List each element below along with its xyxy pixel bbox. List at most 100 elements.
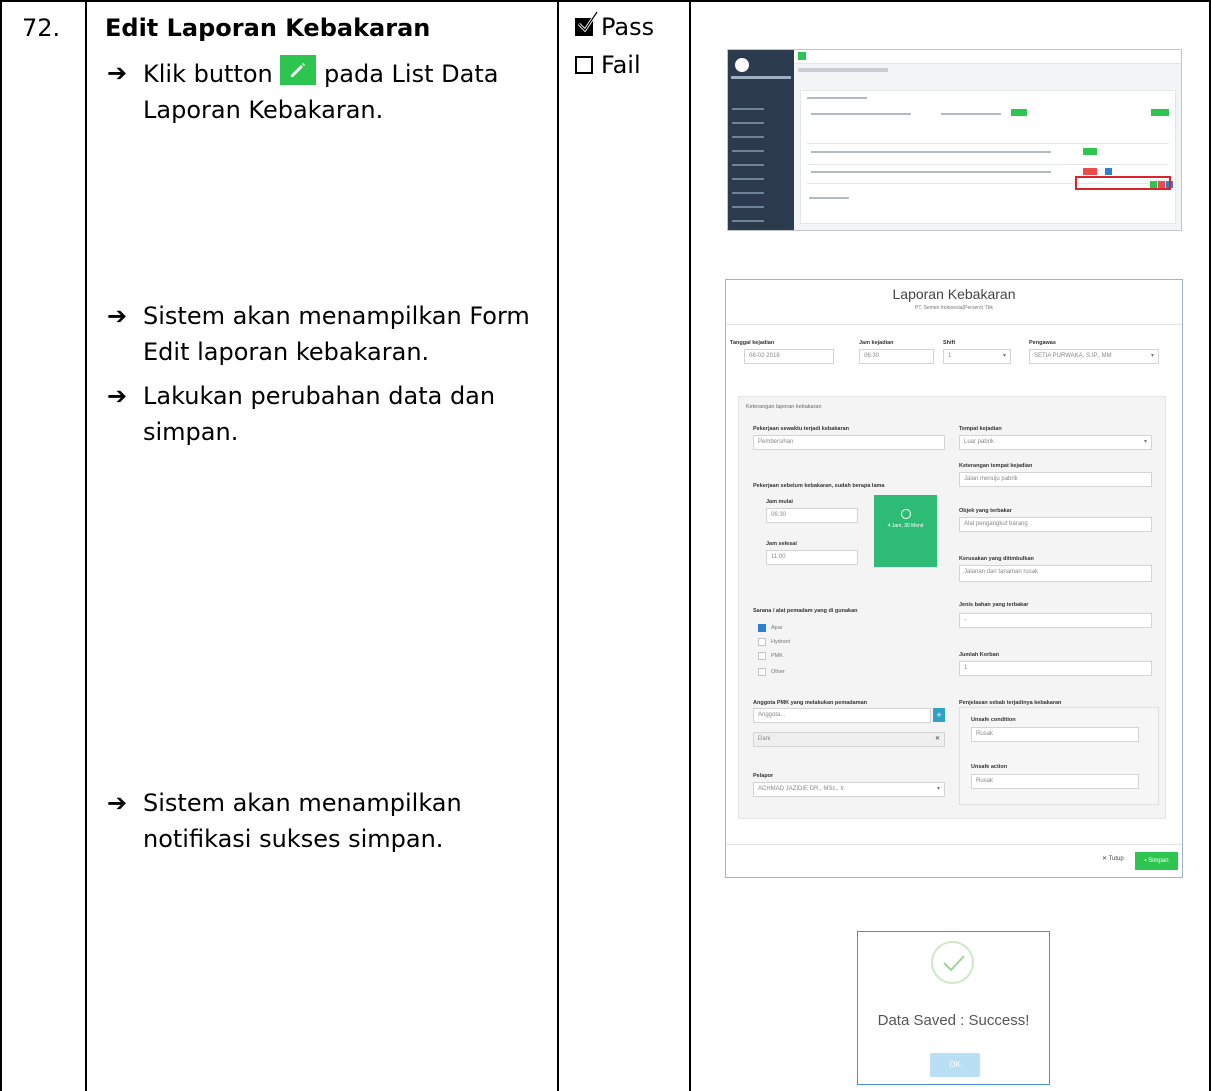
menu-toggle <box>798 52 806 60</box>
objek-field[interactable]: Alat pengangkut barang <box>959 517 1152 532</box>
screenshot-list-laporan <box>727 49 1182 231</box>
arrow-icon: ➔ <box>107 382 128 410</box>
table-border-col3 <box>689 0 691 1091</box>
checkbox-pmk[interactable] <box>758 652 766 660</box>
section-title: Keterangan laporan kebakaran <box>746 404 822 410</box>
checkbox-apar[interactable] <box>758 624 766 632</box>
sidebar-menu-item <box>732 192 764 194</box>
ket-tempat-field[interactable]: Jalan menuju pabrik <box>959 472 1152 487</box>
close-icon: ✕ <box>1102 856 1109 862</box>
checkbox-other[interactable] <box>758 668 766 676</box>
pengawas-label: Pengawas <box>1029 340 1056 346</box>
success-message: Data Saved : Success! <box>877 1012 1030 1029</box>
simpan-button[interactable]: ▪ Simpan <box>1135 852 1178 870</box>
search-button <box>1011 109 1027 116</box>
pencil-icon <box>280 55 317 85</box>
pekerjaan-label: Pekerjaan sewaktu terjadi kebakaran <box>753 426 849 432</box>
step-1-text-before: Klik button <box>143 60 273 88</box>
sidebar <box>728 50 794 230</box>
pelapor-label: Pelapor <box>753 773 774 779</box>
arrow-icon: ➔ <box>107 59 128 87</box>
table-border-top <box>0 0 1211 2</box>
unsafe-action-field[interactable]: Rusak <box>971 774 1139 789</box>
jumlah-field[interactable]: 1 <box>959 661 1152 676</box>
tutup-label: Tutup <box>1108 856 1124 862</box>
unsafe-condition-label: Unsafe condition <box>971 717 1016 723</box>
tempat-select[interactable]: Luar pabrik ▾ <box>959 435 1152 450</box>
step-3-text: Lakukan perubahan data dan simpan. <box>143 382 496 446</box>
sidebar-menu-item <box>732 178 764 180</box>
add-button <box>1151 109 1169 116</box>
status-badge <box>1083 168 1097 175</box>
kerusakan-field[interactable]: Jalanan dan tanaman rusak <box>959 565 1152 582</box>
pass-label: Pass <box>601 13 655 41</box>
kerusakan-label: Kerusakan yang ditimbulkan <box>959 556 1034 562</box>
form-divider <box>726 324 1182 325</box>
ok-button[interactable]: OK <box>930 1053 980 1077</box>
row-number: 72. <box>22 14 61 42</box>
pmk-label: PMK <box>771 653 783 659</box>
test-case-title: Edit Laporan Kebakaran <box>105 14 431 42</box>
jam-mulai-field[interactable]: 06:30 <box>766 508 858 523</box>
simpan-label: Simpan <box>1148 858 1169 864</box>
jam-selesai-field[interactable]: 11:00 <box>766 550 858 565</box>
sebelum-label: Pekerjaan sebelum kebakaran, sudah berap… <box>753 483 885 489</box>
unsafe-condition-field[interactable]: Rusak <box>971 727 1139 742</box>
close-icon[interactable]: ✕ <box>935 733 940 746</box>
detail-button <box>1105 168 1112 175</box>
status-badge <box>1083 148 1097 155</box>
checkbox-hydrant[interactable] <box>758 638 766 646</box>
footer-divider <box>726 844 1182 845</box>
shift-select[interactable]: 1 ▾ <box>943 349 1011 364</box>
hydrant-label: Hydrant <box>771 639 791 645</box>
anggota-field[interactable]: Anggota... <box>753 708 931 723</box>
add-anggota-button[interactable]: + <box>933 708 945 722</box>
tanggal-field[interactable]: 08-02-2018 <box>744 349 834 364</box>
unsafe-action-label: Unsafe action <box>971 764 1008 770</box>
sidebar-menu-item <box>732 136 764 138</box>
table-row <box>811 151 1051 153</box>
top-bar <box>794 50 1181 64</box>
fail-option: Fail <box>575 50 641 80</box>
jenis-label: Jenis bahan yang terbakar <box>959 602 1029 608</box>
sidebar-user <box>731 76 791 79</box>
sidebar-menu-item <box>732 220 764 222</box>
arrow-icon: ➔ <box>107 302 128 330</box>
table-border-left <box>0 0 2 1091</box>
pelapor-select[interactable]: ACHMAD JAZIDIE DR., MSc., Ir. ▾ <box>753 782 945 797</box>
shift-label: Shift <box>943 340 956 346</box>
pelapor-value: ACHMAD JAZIDIE DR., MSc., Ir. <box>758 786 846 792</box>
sidebar-menu-item <box>732 150 764 152</box>
step-3: ➔ Lakukan perubahan data dan simpan. <box>107 378 547 450</box>
tempat-value: Luar pabrik <box>964 439 995 445</box>
table-row-divider <box>807 164 1169 165</box>
jenis-field[interactable]: - <box>959 613 1152 628</box>
table-header <box>807 143 1169 144</box>
sarana-label: Sarana / alat pemadam yang di gunakan <box>753 608 858 614</box>
jam-field[interactable]: 06:30 <box>859 349 934 364</box>
sidebar-menu-item <box>732 206 764 208</box>
highlight-edit-button <box>1075 176 1171 190</box>
duration-text: 4 Jam, 30 Menit <box>887 523 924 529</box>
tutup-button[interactable]: ✕ Tutup <box>1102 855 1124 862</box>
objek-label: Objek yang terbakar <box>959 508 1012 514</box>
filter-status <box>941 113 1001 115</box>
table-row <box>811 171 1051 173</box>
checkbox-checked-icon <box>575 11 599 36</box>
table-footer <box>809 197 849 199</box>
jumlah-label: Jumlah Korban <box>959 652 1000 658</box>
duration-box: 4 Jam, 30 Menit <box>874 495 937 567</box>
step-2-text: Sistem akan menampilkan Form Edit lapora… <box>143 302 530 366</box>
step-4: ➔ Sistem akan menampilkan notifikasi suk… <box>107 785 547 857</box>
filter-periode <box>811 113 911 115</box>
anggota-item: Dani ✕ <box>753 732 945 747</box>
anggota-label: Anggota PMK yang melakukan pemadaman <box>753 700 867 706</box>
jam-label: Jam kejadian <box>859 340 894 346</box>
screenshot-edit-form: Laporan Kebakaran PT. Semen Indonesia(Pe… <box>725 279 1183 878</box>
pengawas-select[interactable]: SETIA PURWAKA, S.IP., MM ▾ <box>1029 349 1159 364</box>
panel-title <box>807 97 867 99</box>
sidebar-menu-item <box>732 122 764 124</box>
table-border-col1 <box>85 0 87 1091</box>
pekerjaan-field[interactable]: Pembersihan <box>753 435 945 450</box>
checkbox-empty-icon <box>575 56 593 74</box>
